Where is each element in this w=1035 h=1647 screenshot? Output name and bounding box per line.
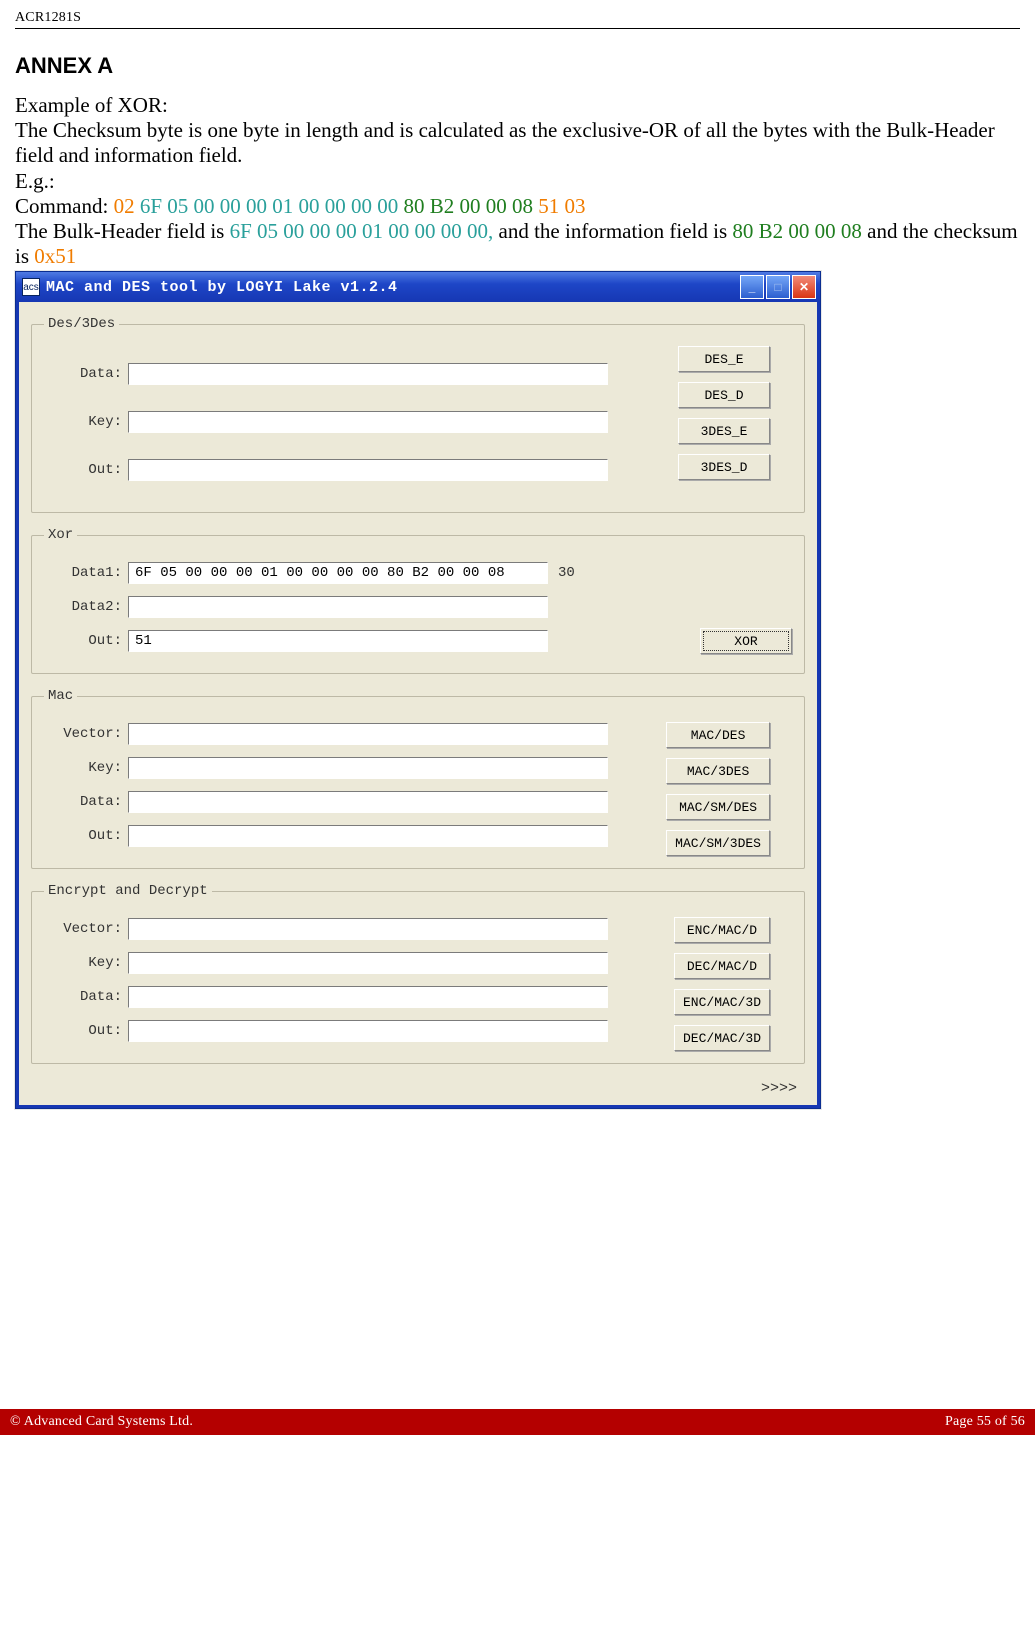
enc-out-label: Out: [44,1023,128,1039]
panel-xor: Xor Data1: 30 Data2: Out: XOR [31,527,805,674]
cmd-seg-a: 02 [114,194,140,218]
enc-key-label: Key: [44,955,128,971]
panel-des: Des/3Des DES_E DES_D 3DES_E 3DES_D Data:… [31,316,805,513]
page-footer: © Advanced Card Systems Ltd. Page 55 of … [0,1409,1035,1435]
para-eg: E.g.: [15,169,1020,194]
annex-title: ANNEX A [15,53,1020,79]
mac-key-label: Key: [44,760,128,776]
cmd-label: Command: [15,194,114,218]
footer-left: © Advanced Card Systems Ltd. [10,1414,193,1430]
dec-mac-d-button[interactable]: DEC/MAC/D [674,953,770,979]
des-key-input[interactable] [128,411,608,433]
tool-window: acs MAC and DES tool by LOGYI Lake v1.2.… [15,271,821,1109]
des-out-input[interactable] [128,459,608,481]
3des-d-button[interactable]: 3DES_D [678,454,770,480]
bd-d: 80 B2 00 00 08 [732,219,867,243]
mac-key-input[interactable] [128,757,608,779]
footer-right: Page 55 of 56 [945,1414,1025,1430]
des-e-button[interactable]: DES_E [678,346,770,372]
window-title: MAC and DES tool by LOGYI Lake v1.2.4 [46,279,398,296]
para-breakdown: The Bulk-Header field is 6F 05 00 00 00 … [15,219,1020,269]
panel-mac: Mac MAC/DES MAC/3DES MAC/SM/DES MAC/SM/3… [31,688,805,869]
enc-vector-label: Vector: [44,921,128,937]
doc-header: ACR1281S [15,10,1020,29]
para-desc: The Checksum byte is one byte in length … [15,118,1020,168]
mac-out-label: Out: [44,828,128,844]
panel-enc: Encrypt and Decrypt ENC/MAC/D DEC/MAC/D … [31,883,805,1064]
mac-des-button[interactable]: MAC/DES [666,722,770,748]
mac-sm-des-button[interactable]: MAC/SM/DES [666,794,770,820]
xor-data1-input[interactable] [128,562,548,584]
xor-out-label: Out: [44,633,128,649]
app-icon: acs [22,278,40,296]
mac-data-input[interactable] [128,791,608,813]
cmd-seg-b: 6F 05 00 00 00 01 00 00 00 00 [140,194,404,218]
more-link[interactable]: >>>> [31,1078,805,1097]
enc-data-input[interactable] [128,986,608,1008]
para-command: Command: 02 6F 05 00 00 00 01 00 00 00 0… [15,194,1020,219]
panel-mac-legend: Mac [44,688,77,704]
cmd-seg-c: 80 B2 00 00 08 [404,194,539,218]
xor-data2-input[interactable] [128,596,548,618]
dec-mac-3d-button[interactable]: DEC/MAC/3D [674,1025,770,1051]
titlebar[interactable]: acs MAC and DES tool by LOGYI Lake v1.2.… [16,272,820,302]
xor-count: 30 [558,565,575,581]
enc-data-label: Data: [44,989,128,1005]
panel-xor-legend: Xor [44,527,77,543]
enc-vector-input[interactable] [128,918,608,940]
xor-data2-label: Data2: [44,599,128,615]
mac-data-label: Data: [44,794,128,810]
xor-data1-label: Data1: [44,565,128,581]
close-button[interactable]: ✕ [792,275,816,299]
bd-c: and the information field is [499,219,733,243]
panel-enc-legend: Encrypt and Decrypt [44,883,212,899]
mac-vector-label: Vector: [44,726,128,742]
enc-out-input[interactable] [128,1020,608,1042]
enc-mac-3d-button[interactable]: ENC/MAC/3D [674,989,770,1015]
des-out-label: Out: [44,462,128,478]
enc-key-input[interactable] [128,952,608,974]
bd-b: 6F 05 00 00 00 01 00 00 00 00, [230,219,499,243]
des-key-label: Key: [44,414,128,430]
xor-button[interactable]: XOR [700,628,792,654]
mac-sm-3des-button[interactable]: MAC/SM/3DES [666,830,770,856]
3des-e-button[interactable]: 3DES_E [678,418,770,444]
cmd-seg-d: 51 03 [538,194,585,218]
bd-f: 0x51 [34,244,76,268]
para-example: Example of XOR: [15,93,1020,118]
des-data-label: Data: [44,366,128,382]
mac-out-input[interactable] [128,825,608,847]
des-d-button[interactable]: DES_D [678,382,770,408]
mac-3des-button[interactable]: MAC/3DES [666,758,770,784]
xor-out-input[interactable] [128,630,548,652]
minimize-button[interactable]: _ [740,275,764,299]
enc-mac-d-button[interactable]: ENC/MAC/D [674,917,770,943]
panel-des-legend: Des/3Des [44,316,119,332]
mac-vector-input[interactable] [128,723,608,745]
bd-a: The Bulk-Header field is [15,219,230,243]
des-data-input[interactable] [128,363,608,385]
maximize-button[interactable]: □ [766,275,790,299]
